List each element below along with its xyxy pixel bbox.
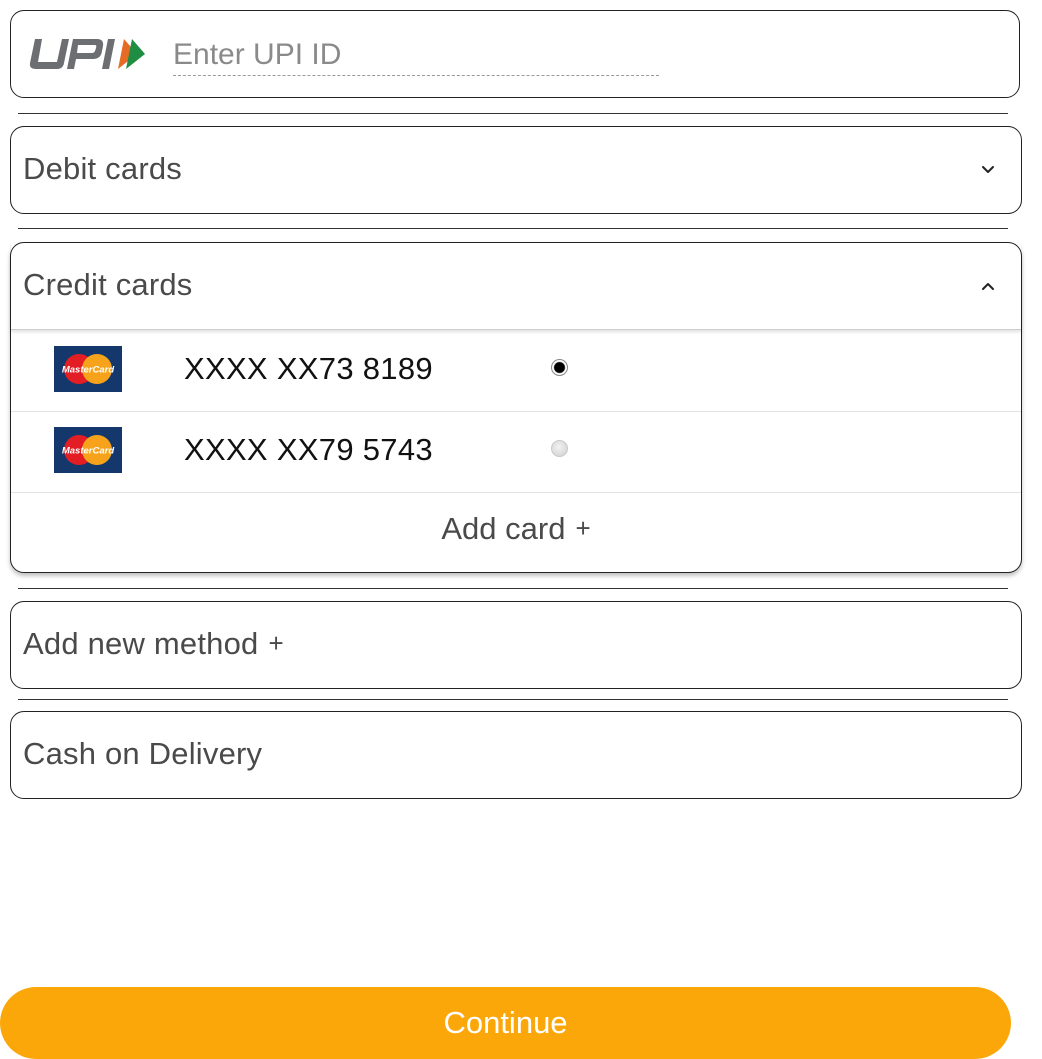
credit-cards-header[interactable]: Credit cards bbox=[11, 243, 1021, 330]
add-new-method-label: Add new method + bbox=[23, 626, 284, 661]
mastercard-icon: MasterCard bbox=[54, 346, 122, 392]
cash-on-delivery-section[interactable]: Cash on Delivery bbox=[10, 711, 1022, 799]
chevron-down-icon bbox=[982, 166, 994, 173]
divider bbox=[18, 228, 1008, 229]
divider bbox=[18, 699, 1008, 700]
chevron-up-icon bbox=[982, 283, 994, 290]
add-new-method-section[interactable]: Add new method + bbox=[10, 601, 1022, 689]
svg-text:MasterCard: MasterCard bbox=[62, 446, 114, 457]
divider bbox=[18, 113, 1008, 114]
card-select-radio[interactable] bbox=[551, 440, 568, 457]
credit-cards-section: Credit cards MasterCard XXXX XX73 8189 M… bbox=[10, 242, 1022, 573]
credit-cards-title: Credit cards bbox=[23, 267, 193, 302]
continue-button[interactable]: Continue bbox=[0, 987, 1011, 1059]
debit-cards-title: Debit cards bbox=[23, 151, 182, 186]
cash-on-delivery-label: Cash on Delivery bbox=[23, 736, 263, 771]
upi-logo bbox=[29, 39, 145, 69]
card-number: XXXX XX73 8189 bbox=[184, 351, 433, 386]
divider bbox=[18, 588, 1008, 589]
upi-id-input[interactable] bbox=[173, 35, 659, 76]
plus-icon: + bbox=[575, 513, 591, 543]
upi-section bbox=[10, 10, 1020, 98]
debit-cards-header[interactable]: Debit cards bbox=[11, 127, 1021, 213]
card-number: XXXX XX79 5743 bbox=[184, 432, 433, 467]
saved-card-row[interactable]: MasterCard XXXX XX79 5743 bbox=[11, 412, 1021, 493]
mastercard-icon: MasterCard bbox=[54, 427, 122, 473]
payment-methods-page: Debit cards Credit cards MasterCard XXXX… bbox=[0, 0, 1042, 1059]
add-card-button[interactable]: Add card + bbox=[11, 493, 1021, 569]
add-card-label: Add card + bbox=[441, 511, 591, 546]
plus-icon: + bbox=[268, 628, 284, 658]
debit-cards-section: Debit cards bbox=[10, 126, 1022, 214]
svg-text:MasterCard: MasterCard bbox=[62, 365, 114, 376]
saved-card-row[interactable]: MasterCard XXXX XX73 8189 bbox=[11, 331, 1021, 412]
card-select-radio[interactable] bbox=[551, 359, 568, 376]
